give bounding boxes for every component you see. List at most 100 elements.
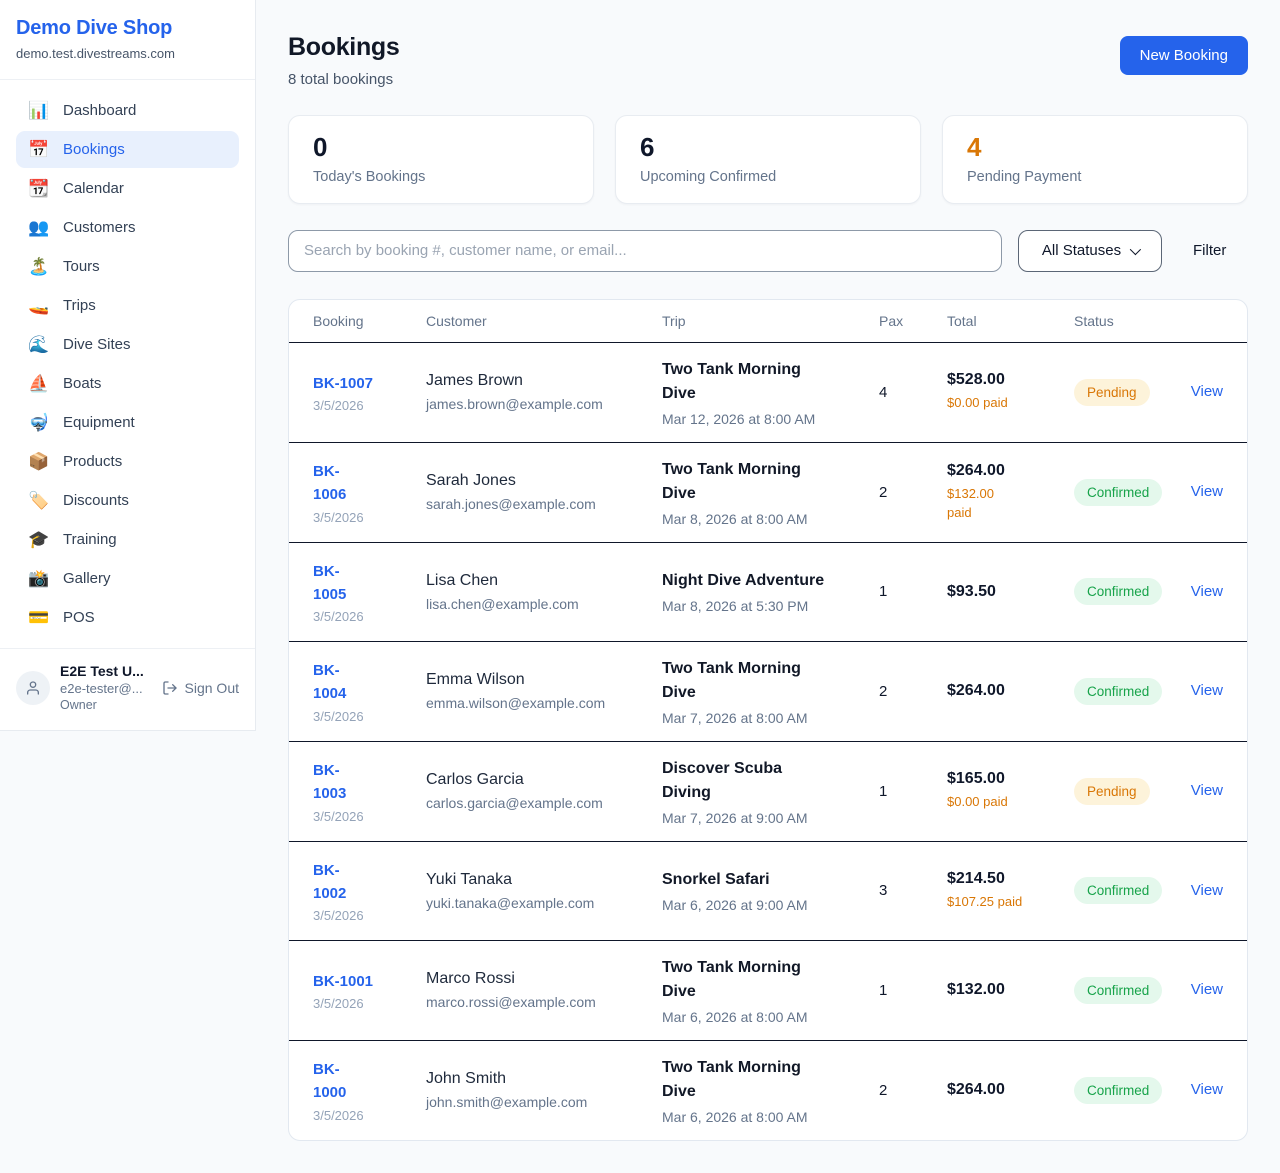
total-cell: $93.50: [947, 583, 1074, 601]
trip-cell: Night Dive Adventure Mar 8, 2026 at 5:30…: [662, 569, 879, 614]
sidebar-item-tours[interactable]: 🏝️ Tours: [16, 248, 239, 285]
total-cell: $132.00: [947, 981, 1074, 999]
booking-link[interactable]: BK- 1005: [313, 560, 346, 607]
tear-calendar-icon: 📆: [28, 180, 50, 197]
view-link[interactable]: View: [1191, 981, 1223, 998]
trip-datetime: Mar 6, 2026 at 8:00 AM: [662, 1109, 879, 1125]
sidebar-item-customers[interactable]: 👥 Customers: [16, 209, 239, 246]
status-badge: Confirmed: [1074, 977, 1162, 1004]
view-link[interactable]: View: [1191, 682, 1223, 699]
booking-cell: BK- 1000 3/5/2026: [313, 1058, 426, 1123]
user-email: e2e-tester@...: [60, 681, 152, 696]
booking-cell: BK- 1006 3/5/2026: [313, 460, 426, 525]
filter-button[interactable]: Filter: [1193, 242, 1226, 259]
booking-date: 3/5/2026: [313, 908, 426, 923]
trip-title: Night Dive Adventure: [662, 569, 879, 593]
people-icon: 👥: [28, 219, 50, 236]
actions-cell: View: [1186, 383, 1223, 401]
user-meta: E2E Test U... e2e-tester@... Owner: [60, 663, 152, 712]
customer-name: Sarah Jones: [426, 472, 662, 490]
status-select-value: All Statuses: [1042, 242, 1121, 259]
sidebar-item-gallery[interactable]: 📸 Gallery: [16, 560, 239, 597]
trip-title: Two Tank Morning Dive: [662, 657, 879, 705]
customer-name: Emma Wilson: [426, 671, 662, 689]
view-link[interactable]: View: [1191, 483, 1223, 500]
status-badge: Confirmed: [1074, 578, 1162, 605]
actions-cell: View: [1186, 682, 1223, 700]
booking-cell: BK-1007 3/5/2026: [313, 372, 426, 413]
actions-cell: View: [1186, 981, 1223, 999]
booking-link[interactable]: BK- 1003: [313, 759, 346, 806]
booking-link[interactable]: BK-1001: [313, 970, 373, 993]
trip-title: Two Tank Morning Dive: [662, 956, 879, 1004]
table-row: BK- 1000 3/5/2026 John Smith john.smith@…: [289, 1040, 1247, 1140]
status-select[interactable]: All Statuses: [1018, 230, 1162, 272]
status-cell: Confirmed: [1074, 1077, 1186, 1104]
view-link[interactable]: View: [1191, 782, 1223, 799]
trip-cell: Two Tank Morning Dive Mar 6, 2026 at 8:0…: [662, 956, 879, 1025]
customer-email: yuki.tanaka@example.com: [426, 895, 662, 911]
sidebar-item-calendar[interactable]: 📆 Calendar: [16, 170, 239, 207]
trip-cell: Two Tank Morning Dive Mar 12, 2026 at 8:…: [662, 358, 879, 427]
view-link[interactable]: View: [1191, 882, 1223, 899]
sidebar-item-label: Products: [63, 453, 122, 470]
sidebar-item-dashboard[interactable]: 📊 Dashboard: [16, 92, 239, 129]
sidebar-item-products[interactable]: 📦 Products: [16, 443, 239, 480]
logout-icon: [162, 680, 178, 696]
sidebar-item-label: Boats: [63, 375, 101, 392]
sidebar-item-trips[interactable]: 🚤 Trips: [16, 287, 239, 324]
booking-link[interactable]: BK- 1006: [313, 460, 346, 507]
user-icon: [25, 680, 41, 696]
sidebar-item-bookings[interactable]: 📅 Bookings: [16, 131, 239, 168]
package-icon: 📦: [28, 453, 50, 470]
sailboat-icon: ⛵: [28, 375, 50, 392]
booking-link[interactable]: BK- 1000: [313, 1058, 346, 1105]
table-row: BK- 1006 3/5/2026 Sarah Jones sarah.jone…: [289, 442, 1247, 542]
pax-cell: 2: [879, 484, 947, 501]
stat-label: Today's Bookings: [313, 169, 569, 185]
actions-cell: View: [1186, 882, 1223, 900]
page-title: Bookings: [288, 33, 400, 62]
sidebar-item-label: Dive Sites: [63, 336, 131, 353]
sidebar-item-label: Customers: [63, 219, 136, 236]
status-cell: Confirmed: [1074, 678, 1186, 705]
sidebar-item-discounts[interactable]: 🏷️ Discounts: [16, 482, 239, 519]
customer-name: Yuki Tanaka: [426, 871, 662, 889]
customer-cell: Carlos Garcia carlos.garcia@example.com: [426, 771, 662, 811]
status-badge: Pending: [1074, 379, 1150, 406]
pax-cell: 1: [879, 783, 947, 800]
column-header-booking: Booking: [313, 313, 426, 329]
status-cell: Pending: [1074, 778, 1186, 805]
total-amount: $165.00: [947, 770, 1074, 788]
sign-out-label: Sign Out: [185, 680, 239, 696]
trip-title: Snorkel Safari: [662, 868, 879, 892]
sidebar-item-pos[interactable]: 💳 POS: [16, 599, 239, 636]
bookings-table: Booking Customer Trip Pax Total Status B…: [288, 299, 1248, 1141]
booking-cell: BK- 1004 3/5/2026: [313, 659, 426, 724]
sidebar-item-equipment[interactable]: 🤿 Equipment: [16, 404, 239, 441]
booking-link[interactable]: BK- 1002: [313, 859, 346, 906]
view-link[interactable]: View: [1191, 1081, 1223, 1098]
sign-out-button[interactable]: Sign Out: [162, 680, 239, 696]
sidebar-item-boats[interactable]: ⛵ Boats: [16, 365, 239, 402]
stat-card: 4 Pending Payment: [942, 115, 1248, 204]
status-badge: Pending: [1074, 778, 1150, 805]
search-input[interactable]: [288, 230, 1002, 272]
sidebar-item-label: Trips: [63, 297, 96, 314]
customer-email: sarah.jones@example.com: [426, 496, 662, 512]
booking-link[interactable]: BK-1007: [313, 372, 373, 395]
pax-cell: 1: [879, 982, 947, 999]
booking-cell: BK- 1003 3/5/2026: [313, 759, 426, 824]
sidebar-item-label: Dashboard: [63, 102, 136, 119]
view-link[interactable]: View: [1191, 383, 1223, 400]
status-cell: Confirmed: [1074, 479, 1186, 506]
customer-name: James Brown: [426, 372, 662, 390]
view-link[interactable]: View: [1191, 583, 1223, 600]
total-amount: $264.00: [947, 1081, 1074, 1099]
trip-cell: Snorkel Safari Mar 6, 2026 at 9:00 AM: [662, 868, 879, 913]
new-booking-button[interactable]: New Booking: [1120, 36, 1248, 75]
sidebar-item-dive-sites[interactable]: 🌊 Dive Sites: [16, 326, 239, 363]
main-content: Bookings 8 total bookings New Booking 0 …: [256, 0, 1280, 1173]
sidebar-item-training[interactable]: 🎓 Training: [16, 521, 239, 558]
booking-link[interactable]: BK- 1004: [313, 659, 346, 706]
